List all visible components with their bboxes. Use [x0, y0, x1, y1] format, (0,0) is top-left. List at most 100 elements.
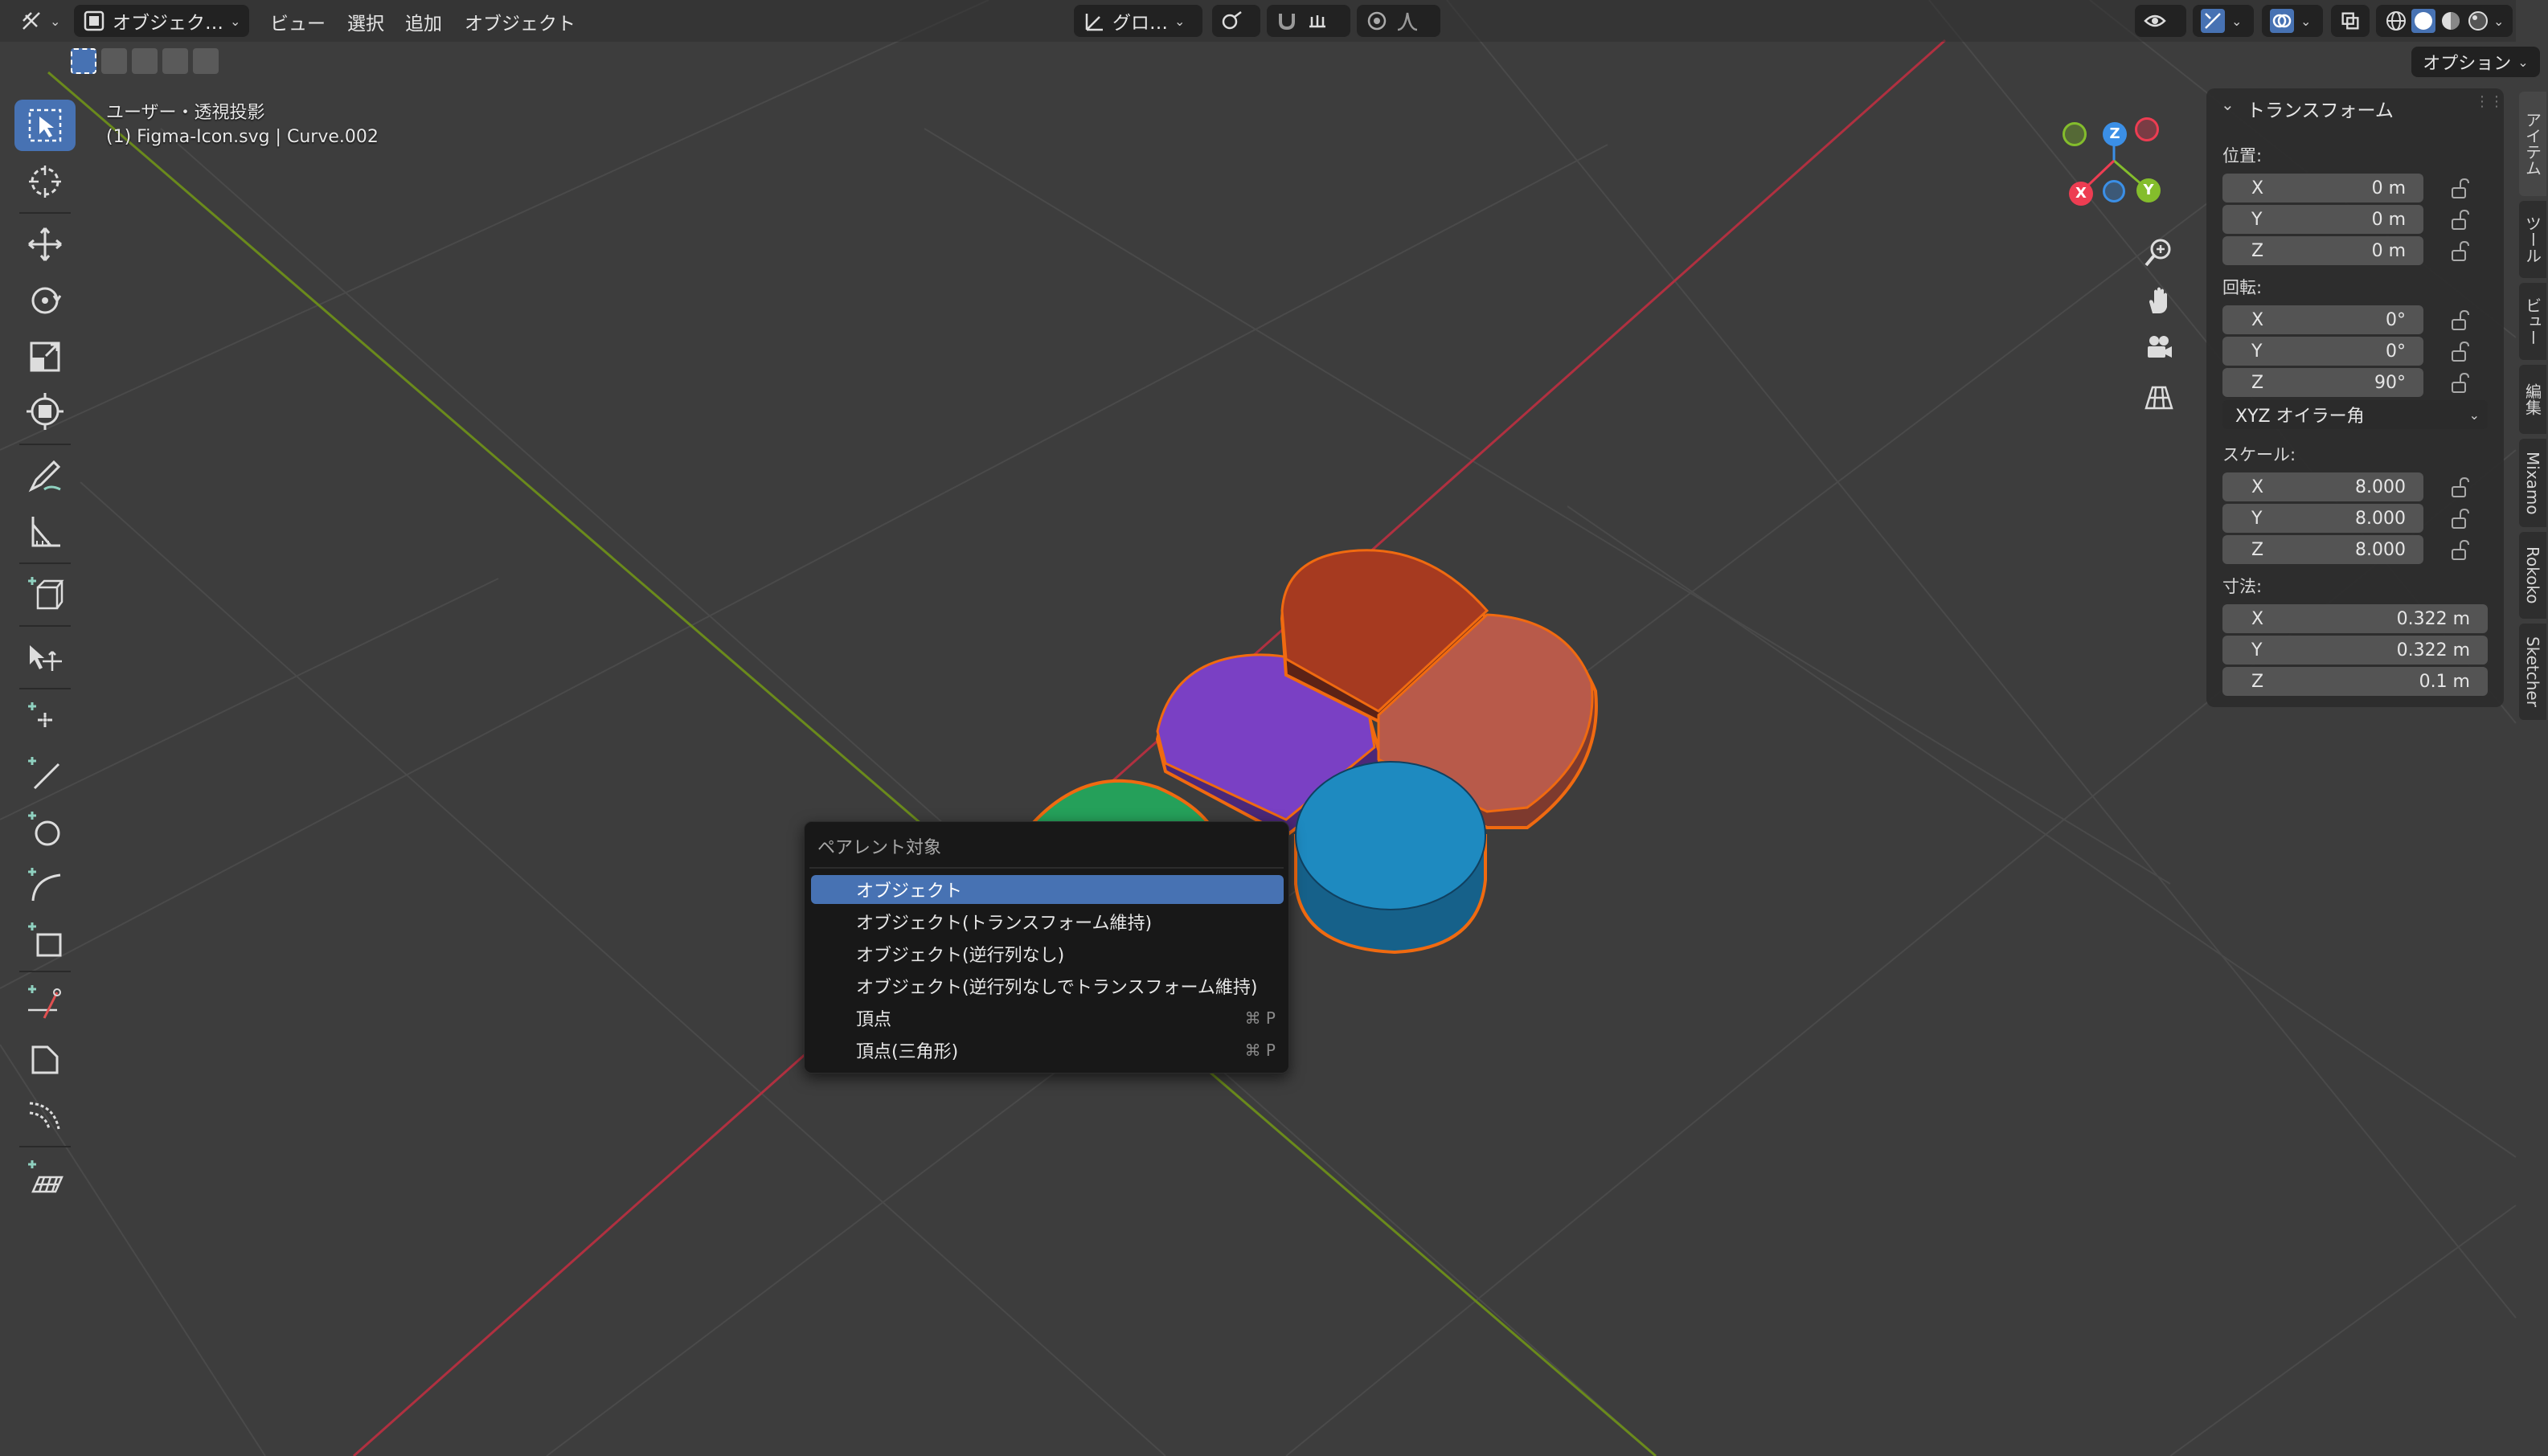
dimensions-y-field[interactable]: Y 0.322 m: [2222, 636, 2488, 665]
gizmo-y-icon[interactable]: Y: [2136, 178, 2161, 202]
rotation-mode-select[interactable]: XYZ オイラー角 ⌄: [2222, 400, 2488, 429]
extrude-icon: [30, 645, 62, 671]
spin-tool[interactable]: [14, 1090, 76, 1141]
editor-type-button[interactable]: ⌄: [11, 5, 68, 37]
lock-icon[interactable]: [2448, 538, 2472, 562]
rotate-tool[interactable]: [14, 275, 76, 326]
scale-tool[interactable]: [14, 331, 76, 382]
select-intersect-icon[interactable]: [193, 48, 219, 74]
menu-item-object-without-inverse[interactable]: オブジェクト(逆行列なし): [811, 939, 1284, 968]
tab-tool[interactable]: ツール: [2519, 201, 2546, 278]
location-z-field[interactable]: Z 0 m: [2222, 236, 2423, 265]
gizmo-toggle-button[interactable]: ⌄: [2193, 5, 2254, 37]
rotation-label: 回転:: [2222, 278, 2263, 297]
lock-icon[interactable]: [2448, 239, 2472, 264]
location-y-field[interactable]: Y 0 m: [2222, 205, 2423, 234]
extrude-tool[interactable]: [14, 632, 76, 683]
menu-object[interactable]: オブジェクト: [465, 8, 576, 35]
lock-icon[interactable]: [2448, 371, 2472, 395]
lock-icon[interactable]: [2448, 507, 2472, 531]
location-x-field[interactable]: X 0 m: [2222, 174, 2423, 202]
material-shading-icon[interactable]: [2439, 9, 2463, 33]
scale-x-field[interactable]: X 8.000: [2222, 472, 2423, 501]
zoom-button[interactable]: [2136, 230, 2181, 275]
pivot-point-button[interactable]: [1212, 5, 1260, 37]
panel-collapse-icon[interactable]: ⌄: [2221, 95, 2235, 114]
menu-item-object[interactable]: オブジェクト: [811, 875, 1284, 904]
select-invert-icon[interactable]: [162, 48, 188, 74]
options-button[interactable]: オプション ⌄: [2411, 47, 2540, 77]
visibility-button[interactable]: [2135, 5, 2186, 37]
navigation-gizmo[interactable]: Z Y X: [2058, 112, 2170, 217]
knife-tool[interactable]: [14, 977, 76, 1029]
tab-rokoko[interactable]: Rokoko: [2519, 532, 2546, 619]
select-subtract-icon[interactable]: [132, 48, 158, 74]
perspective-toggle-button[interactable]: [2136, 374, 2181, 419]
gizmo-z-icon[interactable]: Z: [2103, 122, 2127, 146]
lock-icon[interactable]: [2448, 476, 2472, 500]
pan-button[interactable]: [2136, 278, 2181, 323]
gizmo-neg-z-icon[interactable]: [2103, 180, 2125, 202]
rotation-y-field[interactable]: Y 0°: [2222, 337, 2423, 366]
solid-shading-icon[interactable]: [2411, 9, 2435, 33]
select-extend-icon[interactable]: [101, 48, 127, 74]
drag-handle-icon[interactable]: ⋮⋮: [2475, 93, 2504, 110]
menu-item-vertex-triangle[interactable]: 頂点(三角形) ⌘ P: [811, 1036, 1284, 1065]
xray-button[interactable]: [2331, 5, 2370, 37]
draw-circle-tool[interactable]: [14, 804, 76, 855]
menu-item-object-keep-transform[interactable]: オブジェクト(トランスフォーム維持): [811, 907, 1284, 936]
3d-viewport[interactable]: [0, 0, 2548, 1456]
lock-icon[interactable]: [2448, 177, 2472, 201]
measure-tool[interactable]: [14, 506, 76, 558]
proportional-editing-button[interactable]: [1357, 5, 1440, 37]
tab-item[interactable]: アイテム: [2519, 92, 2546, 196]
selection-mode-group[interactable]: [71, 48, 223, 77]
rotation-x-field[interactable]: X 0°: [2222, 305, 2423, 334]
mode-selector[interactable]: オブジェク… ⌄: [74, 5, 249, 37]
tab-sketcher[interactable]: Sketcher: [2519, 624, 2546, 720]
camera-icon: [2148, 336, 2172, 358]
axis-label: X: [2251, 608, 2264, 629]
menu-item-vertex[interactable]: 頂点 ⌘ P: [811, 1004, 1284, 1033]
gizmo-x-icon[interactable]: X: [2069, 182, 2093, 206]
scale-z-field[interactable]: Z 8.000: [2222, 535, 2423, 564]
transform-tool[interactable]: [14, 386, 76, 437]
tab-mixamo[interactable]: Mixamo: [2519, 439, 2546, 527]
snap-button[interactable]: [1267, 5, 1350, 37]
menu-add[interactable]: 追加: [405, 8, 442, 35]
axis-label: X: [2251, 178, 2264, 198]
draw-line-tool[interactable]: [14, 749, 76, 800]
select-box-tool[interactable]: [14, 100, 76, 151]
gizmo-neg-y-icon[interactable]: [2063, 122, 2087, 146]
lock-icon[interactable]: [2448, 208, 2472, 232]
menu-view[interactable]: ビュー: [270, 8, 326, 35]
lock-icon[interactable]: [2448, 309, 2472, 333]
wireframe-shading-icon[interactable]: [2384, 9, 2408, 33]
rendered-shading-icon[interactable]: [2466, 9, 2490, 33]
draw-arc-tool[interactable]: [14, 860, 76, 911]
tab-view[interactable]: ビュー: [2519, 283, 2546, 360]
shading-mode-group[interactable]: ⌄: [2376, 5, 2513, 37]
select-new-icon[interactable]: [71, 48, 96, 74]
transform-orientation-selector[interactable]: グロ… ⌄: [1074, 5, 1202, 37]
tab-edit[interactable]: 編集: [2519, 365, 2546, 434]
draw-point-tool[interactable]: [14, 694, 76, 746]
annotate-tool[interactable]: [14, 450, 76, 501]
dimensions-z-field[interactable]: Z 0.1 m: [2222, 667, 2488, 696]
gizmo-neg-x-icon[interactable]: [2135, 117, 2159, 141]
rotation-z-field[interactable]: Z 90°: [2222, 368, 2423, 397]
lock-icon[interactable]: [2448, 340, 2472, 364]
scale-y-field[interactable]: Y 8.000: [2222, 504, 2423, 533]
grid-fill-tool[interactable]: [14, 1152, 76, 1204]
add-cube-tool[interactable]: [14, 569, 76, 620]
overlay-toggle-button[interactable]: ⌄: [2262, 5, 2323, 37]
cursor-tool[interactable]: [14, 156, 76, 207]
draw-rectangle-tool[interactable]: [14, 914, 76, 966]
menu-select[interactable]: 選択: [347, 8, 384, 35]
camera-view-button[interactable]: [2136, 326, 2181, 371]
menu-item-object-without-inverse-keep-transform[interactable]: オブジェクト(逆行列なしでトランスフォーム維持): [811, 971, 1284, 1000]
move-tool[interactable]: [14, 219, 76, 270]
dimensions-x-field[interactable]: X 0.322 m: [2222, 604, 2488, 633]
eye-icon: [2144, 14, 2166, 27]
shear-tool[interactable]: [14, 1033, 76, 1085]
